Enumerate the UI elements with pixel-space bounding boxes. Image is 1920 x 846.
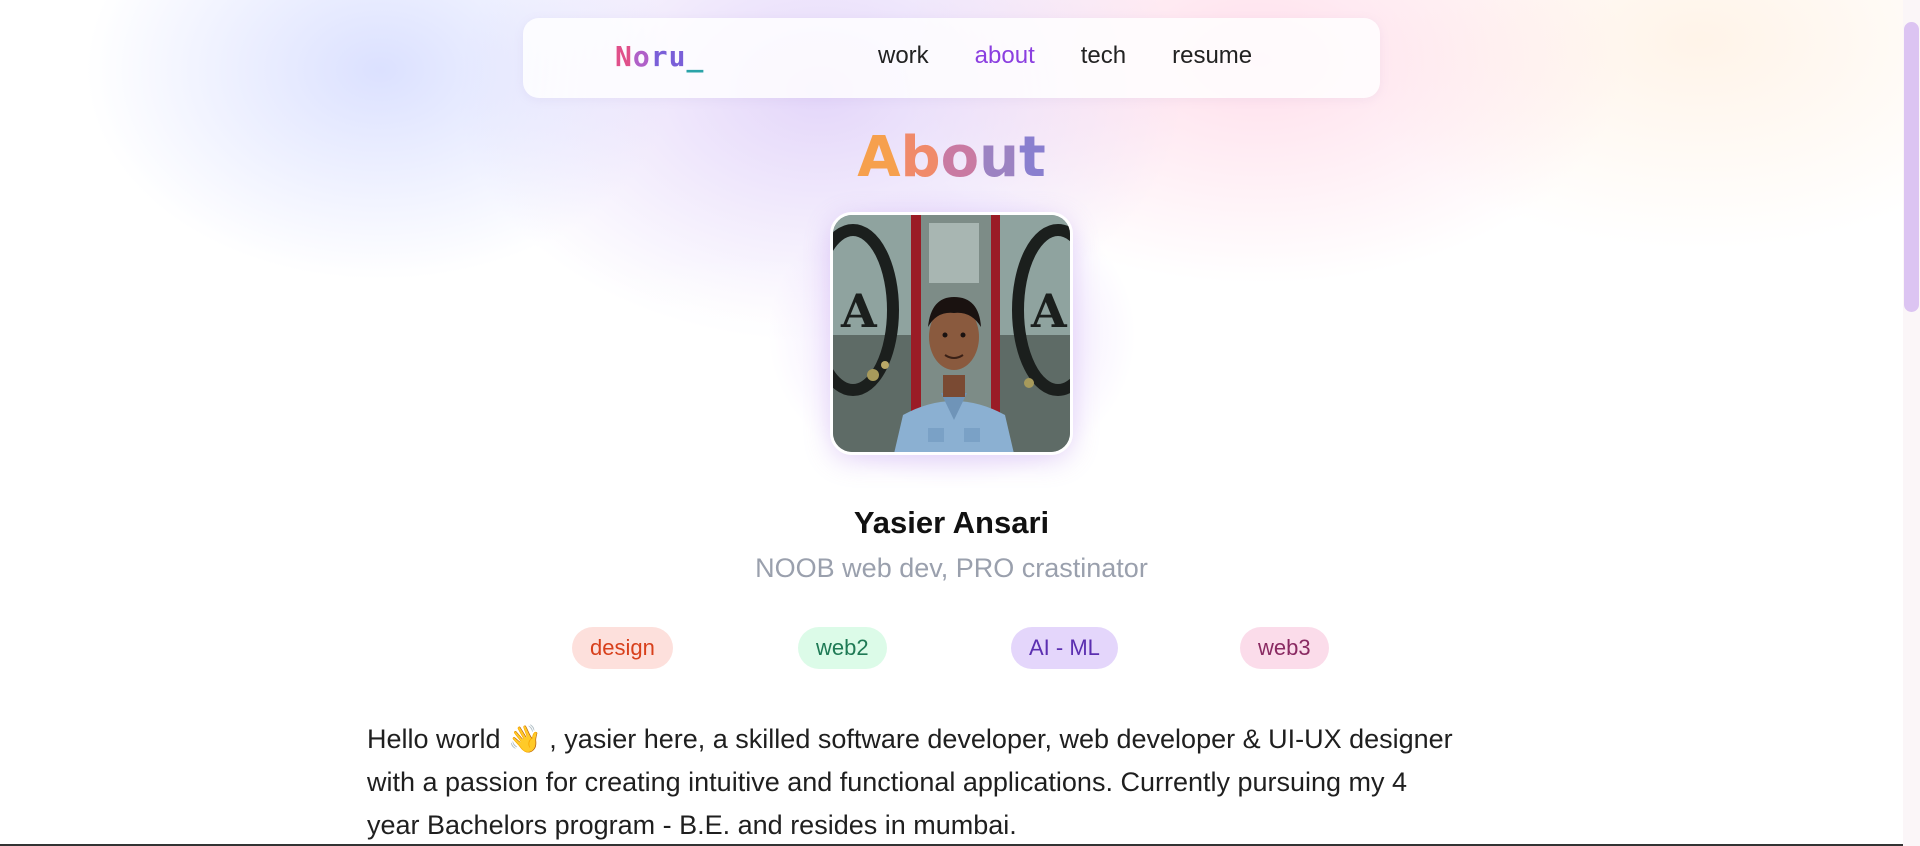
logo-cursor: _ bbox=[686, 40, 705, 73]
logo-letters: ru bbox=[650, 40, 687, 73]
tag-design[interactable]: design bbox=[572, 627, 673, 669]
profile-photo: A A bbox=[830, 212, 1073, 455]
tag-web2[interactable]: web2 bbox=[798, 627, 887, 669]
profile-photo-illustration: A A bbox=[833, 215, 1070, 452]
nav-links: work about tech resume bbox=[878, 42, 1298, 70]
bio-greeting: Hello world bbox=[367, 724, 501, 754]
svg-text:A: A bbox=[840, 284, 878, 338]
site-logo[interactable]: Noru_ bbox=[615, 40, 704, 73]
nav-link-tech[interactable]: tech bbox=[1081, 42, 1126, 70]
svg-text:A: A bbox=[1030, 284, 1068, 338]
nav-link-work[interactable]: work bbox=[878, 42, 929, 70]
bio-line: year Bachelors program - B.E. and reside… bbox=[367, 810, 1017, 840]
tag-ai-ml[interactable]: AI - ML bbox=[1011, 627, 1118, 669]
logo-letter: N bbox=[615, 40, 633, 73]
top-navbar: Noru_ work about tech resume bbox=[523, 18, 1380, 98]
wave-icon: 👋 bbox=[508, 724, 542, 754]
profile-name: Yasier Ansari bbox=[853, 505, 1050, 540]
bio-text: , yasier here, a skilled software develo… bbox=[549, 724, 1453, 754]
bio-line: Hello world 👋 , yasier here, a skilled s… bbox=[367, 718, 1557, 761]
bio-paragraph: Hello world 👋 , yasier here, a skilled s… bbox=[367, 718, 1557, 846]
tag-web3[interactable]: web3 bbox=[1240, 627, 1329, 669]
bio-line: with a passion for creating intuitive an… bbox=[367, 767, 1408, 797]
logo-letter: o bbox=[632, 40, 651, 73]
skill-tags: design web2 AI - ML web3 bbox=[0, 627, 1903, 671]
nav-link-resume[interactable]: resume bbox=[1172, 42, 1252, 70]
profile-tagline: NOOB web dev, PRO crastinator bbox=[755, 553, 1148, 583]
nav-link-about[interactable]: about bbox=[975, 42, 1035, 70]
scrollbar[interactable] bbox=[1903, 0, 1920, 846]
scrollbar-thumb[interactable] bbox=[1904, 22, 1919, 312]
